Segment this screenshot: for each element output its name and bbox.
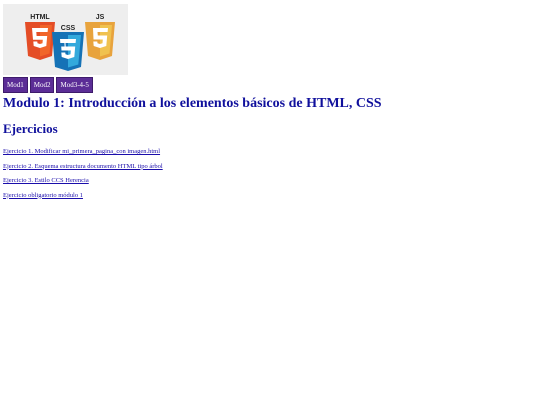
html-logo-text: HTML	[30, 14, 50, 21]
list-item: Ejercicio 2. Esquema estructura document…	[3, 159, 163, 174]
module-nav: Mod1 Mod2 Mod3-4-5	[3, 77, 93, 93]
html-css-js-logo: HTML JS CSS	[3, 4, 128, 75]
logo-image: HTML JS CSS	[25, 14, 115, 71]
css-logo-text: CSS	[61, 25, 76, 32]
list-item: Ejercicio 3. Estilo CCS Herencia	[3, 173, 163, 188]
js-logo-text: JS	[96, 14, 105, 21]
section-heading: Ejercicios	[3, 121, 58, 136]
css3-shield-icon: CSS	[52, 25, 84, 71]
nav-item-mod3-4-5[interactable]: Mod3-4-5	[56, 77, 93, 93]
exercise-link-obligatorio[interactable]: Ejercicio obligatorio módulo 1	[3, 192, 83, 199]
exercise-link-3[interactable]: Ejercicio 3. Estilo CCS Herencia	[3, 177, 89, 184]
page: HTML JS CSS Mod1 Mod2 Mod3-4-5 Modulo 1:…	[0, 0, 540, 405]
exercise-link-1[interactable]: Ejercicio 1. Modificar mi_primera_pagina…	[3, 148, 160, 155]
exercise-list: Ejercicio 1. Modificar mi_primera_pagina…	[3, 144, 163, 202]
nav-item-mod1[interactable]: Mod1	[3, 77, 28, 93]
nav-item-mod2[interactable]: Mod2	[29, 77, 55, 93]
page-title: Modulo 1: Introducción a los elementos b…	[3, 96, 382, 111]
exercise-link-2[interactable]: Ejercicio 2. Esquema estructura document…	[3, 163, 163, 170]
list-item: Ejercicio 1. Modificar mi_primera_pagina…	[3, 144, 163, 159]
list-item: Ejercicio obligatorio módulo 1	[3, 188, 163, 203]
html5-shield-icon: HTML	[25, 14, 55, 60]
js-shield-icon: JS	[85, 14, 115, 60]
